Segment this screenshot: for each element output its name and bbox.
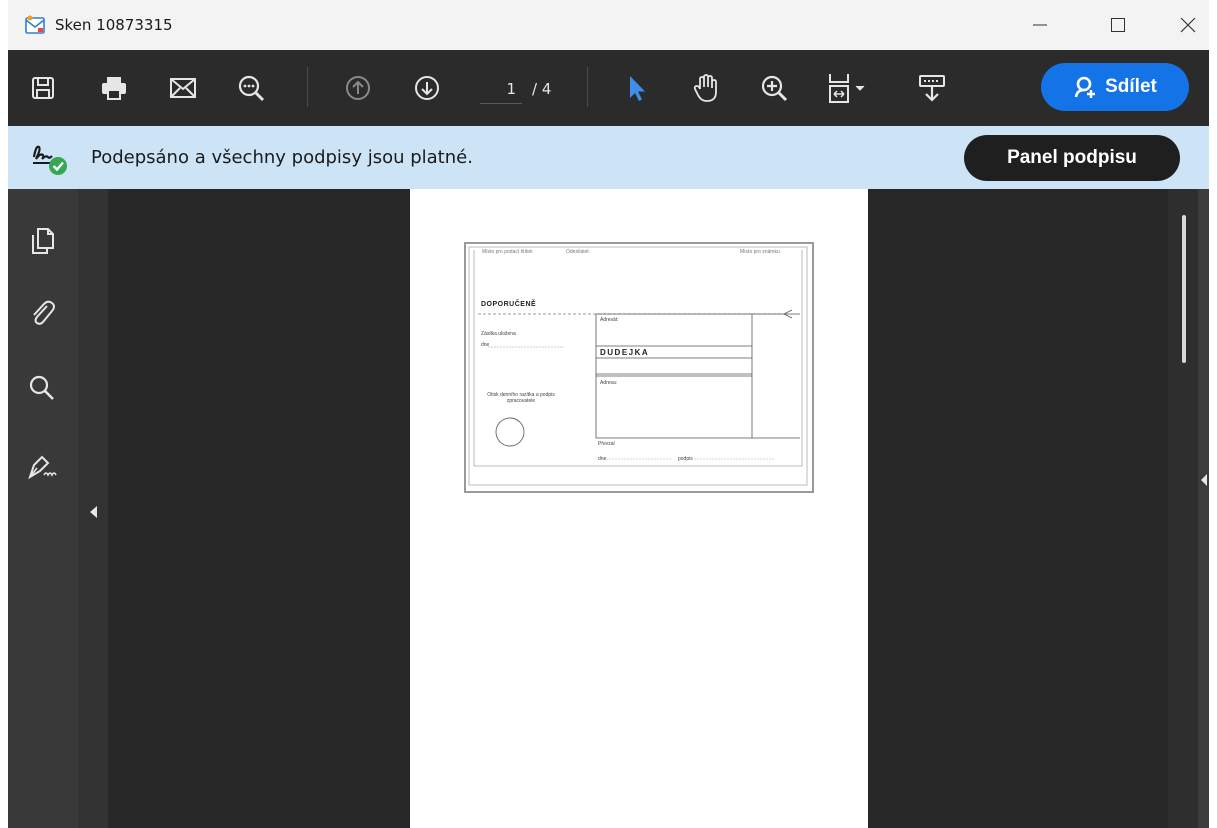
print-icon [102, 77, 126, 100]
scan-recipient-label: Adresát: [600, 317, 619, 323]
toolbar: 1 / 4 Sdílet [8, 50, 1209, 126]
select-tool-button[interactable] [620, 71, 654, 105]
select-pointer-icon [630, 76, 645, 101]
save-button[interactable] [26, 71, 60, 105]
zoom-in-icon [761, 75, 788, 102]
save-icon [32, 77, 54, 99]
scan-day-label: dne [481, 342, 490, 348]
pdf-page: Místo pro podací štítek Odesílatel: Míst… [410, 189, 868, 828]
signatures-button[interactable] [24, 448, 60, 484]
toolbar-separator [587, 67, 588, 107]
collapse-left-icon [90, 506, 97, 518]
right-panel-toggle[interactable] [1198, 189, 1209, 828]
attachments-button[interactable] [24, 295, 60, 331]
scan-parcel-label: Zásilka uložena [481, 331, 516, 337]
toolbar-separator [307, 67, 308, 107]
scan-received-label: Převzal [598, 441, 615, 447]
zoom-out-button[interactable] [234, 71, 268, 105]
scan-date-label: dne [598, 456, 607, 462]
scan-stamp-label: Otisk denního razítka a podpis zpracovat… [487, 392, 555, 404]
scan-registered-label: DOPORUČENĚ [481, 301, 537, 308]
fit-page-button[interactable] [825, 71, 869, 105]
email-icon [170, 78, 196, 98]
email-button[interactable] [166, 71, 200, 105]
hand-tool-button[interactable] [689, 71, 723, 105]
scan-address-label: Adresa: [600, 380, 618, 386]
scan-signature-label: podpis [678, 456, 693, 462]
scroll-mode-icon [919, 75, 945, 102]
app-icon [25, 15, 45, 35]
share-user-icon [1074, 76, 1096, 98]
scan-recipient-name: DUDEJKA [600, 348, 650, 357]
next-page-icon [415, 76, 439, 100]
scrollbar-thumb[interactable] [1182, 215, 1186, 363]
title-bar: Sken 10873315 [8, 0, 1209, 50]
scan-header-right: Místo pro známku [740, 249, 780, 255]
maximize-icon [1111, 18, 1125, 32]
page-count: / 4 [532, 80, 552, 98]
document-viewport[interactable]: Místo pro podací štítek Odesílatel: Míst… [108, 189, 1168, 828]
zoom-in-button[interactable] [757, 71, 791, 105]
close-button[interactable] [1170, 10, 1206, 40]
envelope-form-lines [468, 246, 808, 486]
previous-page-button[interactable] [341, 71, 375, 105]
hand-tool-icon [693, 74, 717, 102]
close-icon [1180, 17, 1196, 33]
signature-panel-button[interactable]: Panel podpisu [964, 135, 1180, 181]
scan-header-left: Místo pro podací štítek [482, 249, 533, 255]
left-navigation-rail [8, 189, 78, 828]
search-button[interactable] [24, 370, 60, 406]
next-page-button[interactable] [410, 71, 444, 105]
minimize-icon [1033, 24, 1047, 26]
vertical-scrollbar[interactable] [1168, 189, 1198, 828]
previous-page-icon [346, 76, 370, 100]
share-button[interactable]: Sdílet [1041, 63, 1189, 111]
share-label: Sdílet [1105, 76, 1157, 97]
page-thumbnails-button[interactable] [24, 223, 60, 259]
scanned-envelope-image: Místo pro podací štítek Odesílatel: Míst… [464, 242, 814, 493]
fit-page-icon [829, 74, 865, 103]
window-title: Sken 10873315 [55, 16, 173, 34]
page-thumbnails-icon [32, 228, 54, 254]
signature-status-message: Podepsáno a všechny podpisy jsou platné. [91, 147, 473, 168]
expand-right-icon [1201, 474, 1207, 486]
attachments-icon [33, 300, 55, 325]
signature-status-bar: Podepsáno a všechny podpisy jsou platné.… [8, 126, 1209, 189]
zoom-out-icon [238, 75, 265, 102]
scan-header-mid: Odesílatel: [566, 249, 590, 255]
app-window: Sken 10873315 1 / 4 Sdílet Podepsáno a v… [8, 0, 1209, 828]
page-number-input[interactable]: 1 [480, 74, 522, 104]
scroll-mode-button[interactable] [915, 71, 949, 105]
maximize-button[interactable] [1100, 10, 1136, 40]
minimize-button[interactable] [1022, 10, 1058, 40]
print-button[interactable] [97, 71, 131, 105]
signatures-icon [28, 455, 57, 480]
search-icon [29, 375, 54, 400]
signature-valid-icon [30, 141, 70, 177]
left-panel-toggle[interactable] [78, 189, 108, 828]
